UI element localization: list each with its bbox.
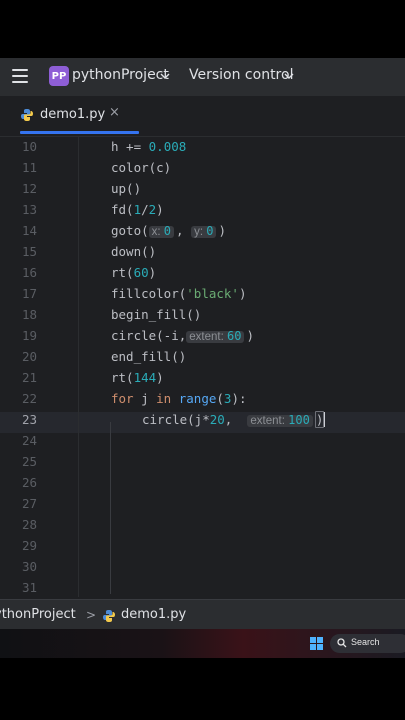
python-file-icon (21, 109, 33, 121)
code-text: h += 0.008 (111, 139, 187, 154)
code-line-current: 23 circle(j*20, extent: 100) (0, 410, 405, 431)
code-line: 15 down() (0, 242, 405, 263)
line-number: 10 (21, 139, 37, 154)
line-number: 27 (21, 496, 37, 511)
code-text: down() (111, 244, 157, 259)
title-bar: PP pythonProject Version control (0, 58, 405, 96)
code-text: rt(144) (111, 370, 164, 385)
code-line: 20 end_fill() (0, 347, 405, 368)
editor-tab-bar: demo1.py × (0, 96, 405, 137)
code-line: 11 color(c) (0, 158, 405, 179)
tab-demo1[interactable]: demo1.py × (10, 96, 139, 134)
search-icon (337, 638, 347, 648)
code-line: 29 (0, 536, 405, 557)
code-line: 25 (0, 452, 405, 473)
python-file-icon (103, 610, 115, 622)
line-number: 15 (21, 244, 37, 259)
line-number: 21 (21, 370, 37, 385)
line-number: 19 (21, 328, 37, 343)
line-number: 29 (21, 538, 37, 553)
code-line: 30 (0, 557, 405, 578)
project-badge[interactable]: PP (49, 66, 69, 86)
code-text: for j in range(3): (111, 391, 247, 406)
code-line: 26 (0, 473, 405, 494)
line-number: 11 (21, 160, 37, 175)
tab-label: demo1.py (40, 107, 106, 122)
chevron-down-icon[interactable] (160, 71, 170, 81)
line-number: 18 (21, 307, 37, 322)
code-text: end_fill() (111, 349, 187, 364)
parameter-hint: extent: 60 (186, 329, 245, 343)
code-text: color(c) (111, 160, 172, 175)
code-editor[interactable]: 10 h += 0.008 11 color(c) 12 up() 13 fd(… (0, 137, 405, 597)
code-line: 24 (0, 431, 405, 452)
breadcrumb-file[interactable]: demo1.py (121, 607, 186, 622)
parameter-hint: x: 0 (148, 224, 175, 238)
breadcrumb-separator: > (86, 608, 97, 622)
chevron-down-icon[interactable] (284, 71, 294, 81)
code-line: 16 rt(60) (0, 263, 405, 284)
line-number: 25 (21, 454, 37, 469)
code-line: 22 for j in range(3): (0, 389, 405, 410)
line-number: 24 (21, 433, 37, 448)
code-text: fd(1/2) (111, 202, 164, 217)
code-line: 27 (0, 494, 405, 515)
code-text: fillcolor('black') (111, 286, 247, 301)
project-name[interactable]: pythonProject (72, 67, 169, 83)
code-line: 19 circle(-i, extent: 60) (0, 326, 405, 347)
search-label: Search (351, 637, 380, 647)
line-number: 28 (21, 517, 37, 532)
breadcrumb-project[interactable]: ythonProject (0, 607, 76, 622)
code-line: 17 fillcolor('black') (0, 284, 405, 305)
navigation-bar: ythonProject > demo1.py (0, 599, 405, 630)
code-line: 10 h += 0.008 (0, 137, 405, 158)
code-text: begin_fill() (111, 307, 202, 322)
code-text: rt(60) (111, 265, 157, 280)
main-menu-icon[interactable] (12, 69, 28, 85)
line-number: 26 (21, 475, 37, 490)
version-control-menu[interactable]: Version control (189, 67, 293, 83)
line-number: 12 (21, 181, 37, 196)
code-text: circle(j*20, extent: 100) (142, 411, 326, 428)
code-line: 18 begin_fill() (0, 305, 405, 326)
ide-window: PP pythonProject Version control demo1.p… (0, 58, 405, 658)
code-text: circle(-i, extent: 60) (111, 328, 254, 343)
close-icon[interactable]: × (109, 105, 120, 120)
line-number: 22 (21, 391, 37, 406)
line-number: 30 (21, 559, 37, 574)
line-number: 13 (21, 202, 37, 217)
windows-start-icon[interactable] (310, 637, 324, 651)
code-line: 28 (0, 515, 405, 536)
line-number: 31 (21, 580, 37, 595)
code-line: 21 rt(144) (0, 368, 405, 389)
text-caret (324, 412, 326, 427)
code-line: 12 up() (0, 179, 405, 200)
line-number: 23 (21, 412, 37, 427)
line-number: 14 (21, 223, 37, 238)
active-tab-indicator (20, 131, 139, 134)
line-number: 20 (21, 349, 37, 364)
taskbar-search[interactable]: Search (330, 634, 405, 653)
os-taskbar: Search (0, 629, 405, 658)
line-number: 16 (21, 265, 37, 280)
code-line: 13 fd(1/2) (0, 200, 405, 221)
code-text: up() (111, 181, 142, 196)
parameter-hint: extent: 100 (247, 413, 313, 427)
code-line: 14 goto(x: 0, y: 0) (0, 221, 405, 242)
parameter-hint: y: 0 (191, 224, 217, 238)
code-text: goto(x: 0, y: 0) (111, 223, 227, 238)
line-number: 17 (21, 286, 37, 301)
code-line: 31 (0, 578, 405, 599)
